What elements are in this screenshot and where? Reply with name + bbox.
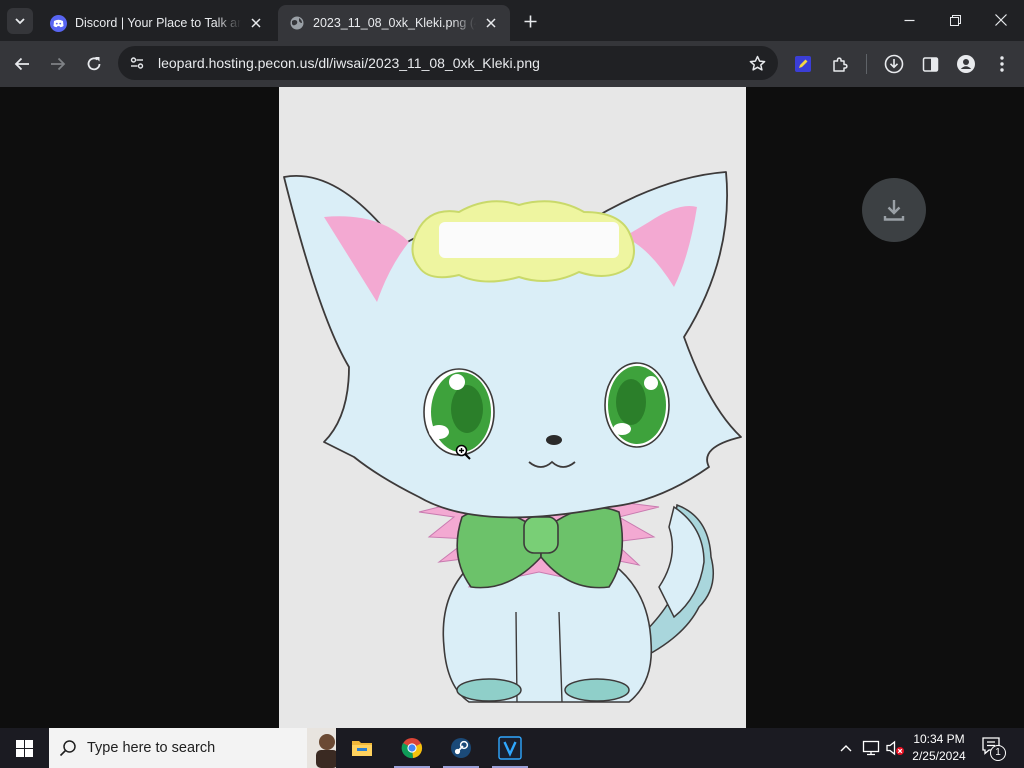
globe-icon [288, 15, 305, 32]
downloads-button[interactable] [880, 50, 908, 78]
forward-button[interactable] [44, 50, 72, 78]
url-text[interactable]: leopard.hosting.pecon.us/dl/iwsai/2023_1… [158, 55, 742, 71]
minimize-icon [904, 19, 914, 21]
toolbar-divider [866, 54, 867, 74]
windows-taskbar: Type here to search 10:34 PM 2/25/2024 1 [0, 728, 1024, 768]
volume-status[interactable] [884, 728, 906, 768]
tab-strip: Discord | Your Place to Talk and Hang Ou… [0, 0, 1024, 41]
taskbar-clock[interactable]: 10:34 PM 2/25/2024 [905, 731, 973, 765]
image-viewer [0, 87, 1024, 728]
browser-menu-icon[interactable] [988, 50, 1016, 78]
download-icon [883, 200, 905, 221]
chrome-icon [401, 738, 423, 759]
close-window-button[interactable] [978, 0, 1024, 40]
site-settings-icon[interactable] [122, 48, 152, 78]
download-image-button[interactable] [862, 178, 926, 242]
back-button[interactable] [8, 50, 36, 78]
close-tab-icon[interactable] [482, 14, 500, 32]
search-highlight-image [307, 728, 336, 768]
arrow-right-icon [51, 57, 66, 71]
notification-center-button[interactable]: 1 [978, 734, 1008, 762]
tab-image[interactable]: 2023_11_08_0xk_Kleki.png (474 [278, 5, 510, 41]
reload-icon [87, 57, 101, 71]
tab-search-button[interactable] [7, 8, 33, 34]
show-hidden-icons[interactable] [836, 728, 856, 768]
clock-date: 2/25/2024 [912, 749, 966, 763]
new-tab-button[interactable] [518, 10, 542, 32]
windows-logo-icon [15, 739, 33, 757]
taskbar-steam[interactable] [437, 728, 485, 768]
kitten-illustration [283, 171, 742, 703]
extension-pen-icon[interactable] [789, 50, 817, 78]
steam-icon [451, 738, 471, 758]
reload-button[interactable] [80, 50, 108, 78]
taskbar-chrome[interactable] [388, 728, 436, 768]
extensions-puzzle-icon[interactable] [826, 50, 854, 78]
close-icon [995, 14, 1007, 26]
arrow-left-icon [14, 57, 29, 71]
plus-icon [524, 15, 536, 27]
network-status[interactable] [860, 728, 882, 768]
profile-avatar-icon[interactable] [952, 50, 980, 78]
tab-title: Discord | Your Place to Talk and Hang Ou… [75, 16, 241, 30]
zoom-in-cursor-icon [455, 444, 471, 460]
address-bar[interactable]: leopard.hosting.pecon.us/dl/iwsai/2023_1… [118, 46, 778, 80]
chevron-down-icon [15, 18, 25, 25]
restore-icon [949, 14, 961, 26]
restore-button[interactable] [932, 0, 978, 40]
search-icon [49, 739, 87, 757]
network-icon [862, 740, 880, 756]
start-button[interactable] [0, 728, 48, 768]
close-tab-icon[interactable] [247, 14, 265, 32]
taskbar-file-explorer[interactable] [338, 728, 386, 768]
side-panel-icon[interactable] [916, 50, 944, 78]
notification-count: 1 [995, 747, 1001, 758]
tab-title: 2023_11_08_0xk_Kleki.png (474 [313, 16, 476, 30]
minimize-button[interactable] [886, 0, 932, 40]
chevron-up-icon [840, 745, 852, 752]
taskbar-v-app[interactable] [486, 728, 534, 768]
displayed-image[interactable] [279, 87, 746, 728]
bookmark-star-icon[interactable] [742, 48, 772, 78]
clock-time: 10:34 PM [913, 732, 965, 746]
tab-discord[interactable]: Discord | Your Place to Talk and Hang Ou… [40, 5, 275, 41]
browser-toolbar: leopard.hosting.pecon.us/dl/iwsai/2023_1… [0, 41, 1024, 87]
v-app-icon [498, 736, 522, 760]
volume-muted-icon [886, 740, 904, 756]
search-placeholder: Type here to search [87, 740, 216, 756]
download-circle-icon [884, 54, 904, 74]
taskbar-search-box[interactable]: Type here to search [49, 728, 336, 768]
file-explorer-icon [352, 741, 372, 756]
discord-icon [50, 14, 67, 32]
